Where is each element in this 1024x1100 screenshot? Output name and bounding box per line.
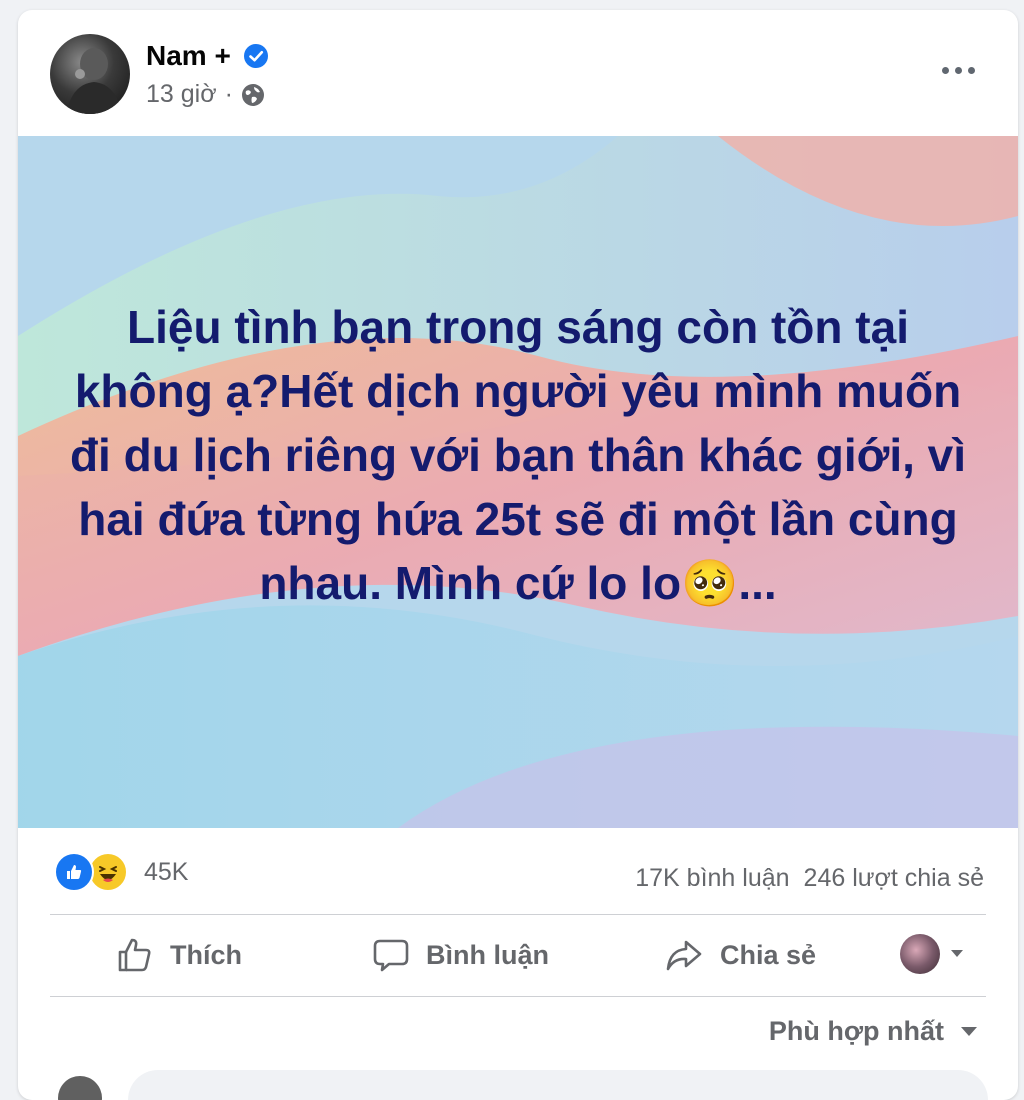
sort-label: Phù hợp nhất xyxy=(768,1016,944,1046)
react-as-selector[interactable] xyxy=(900,934,964,974)
comment-sort-dropdown[interactable]: Phù hợp nhất xyxy=(769,1016,978,1047)
share-label: Chia sẻ xyxy=(720,939,817,970)
reaction-count: 45K xyxy=(144,857,189,886)
share-button[interactable]: Chia sẻ xyxy=(664,936,816,974)
post-background-image: Liệu tình bạn trong sáng còn tồn tại khô… xyxy=(18,136,1018,828)
verified-badge-icon xyxy=(243,44,268,68)
chevron-down-icon xyxy=(951,950,963,957)
user-avatar xyxy=(900,934,940,974)
comment-label: Bình luận xyxy=(426,939,549,970)
divider xyxy=(50,914,986,915)
more-dot xyxy=(941,66,949,74)
like-icon xyxy=(54,852,94,892)
comment-icon xyxy=(373,939,409,972)
more-dot xyxy=(954,66,962,74)
action-bar: Thích Bình luận Chia sẻ xyxy=(50,916,986,996)
thumbs-up-icon xyxy=(67,865,82,879)
share-arrow-icon xyxy=(666,940,702,971)
comment-count[interactable]: 17K bình luận xyxy=(635,864,789,893)
more-dot xyxy=(967,66,975,74)
chevron-down-icon xyxy=(961,1026,977,1036)
like-outline-icon xyxy=(118,938,151,972)
divider xyxy=(50,996,986,997)
author-row: Nam + xyxy=(146,38,269,74)
post-text-content: Liệu tình bạn trong sáng còn tồn tại khô… xyxy=(69,301,967,609)
post-meta: 13 giờ · xyxy=(146,80,265,109)
post-header: Nam + 13 giờ · xyxy=(18,10,1018,136)
engagement-counts: 17K bình luận 246 lượt chia sẻ xyxy=(635,864,984,893)
comment-bubble xyxy=(128,1070,988,1100)
laughing-face-icon xyxy=(99,866,117,882)
like-button[interactable]: Thích xyxy=(116,936,242,974)
haha-icon xyxy=(88,852,128,892)
globe-icon xyxy=(241,83,264,106)
comment-button[interactable]: Bình luận xyxy=(372,936,549,974)
author-name[interactable]: Nam + xyxy=(146,40,231,72)
post-card: Nam + 13 giờ · Liệu tình bạn trong sáng … xyxy=(18,10,1018,1100)
more-options-button[interactable] xyxy=(934,50,982,90)
author-avatar[interactable] xyxy=(50,34,130,114)
meta-separator: · xyxy=(224,80,233,108)
share-count[interactable]: 246 lượt chia sẻ xyxy=(804,864,984,893)
post-stats: 45K 17K bình luận 246 lượt chia sẻ xyxy=(18,828,1018,914)
avatar-photo-icon xyxy=(66,48,122,114)
like-label: Thích xyxy=(170,939,242,970)
reactions-summary[interactable]: 45K xyxy=(54,852,188,892)
post-text: Liệu tình bạn trong sáng còn tồn tại khô… xyxy=(68,136,968,828)
post-time[interactable]: 13 giờ xyxy=(146,80,217,109)
